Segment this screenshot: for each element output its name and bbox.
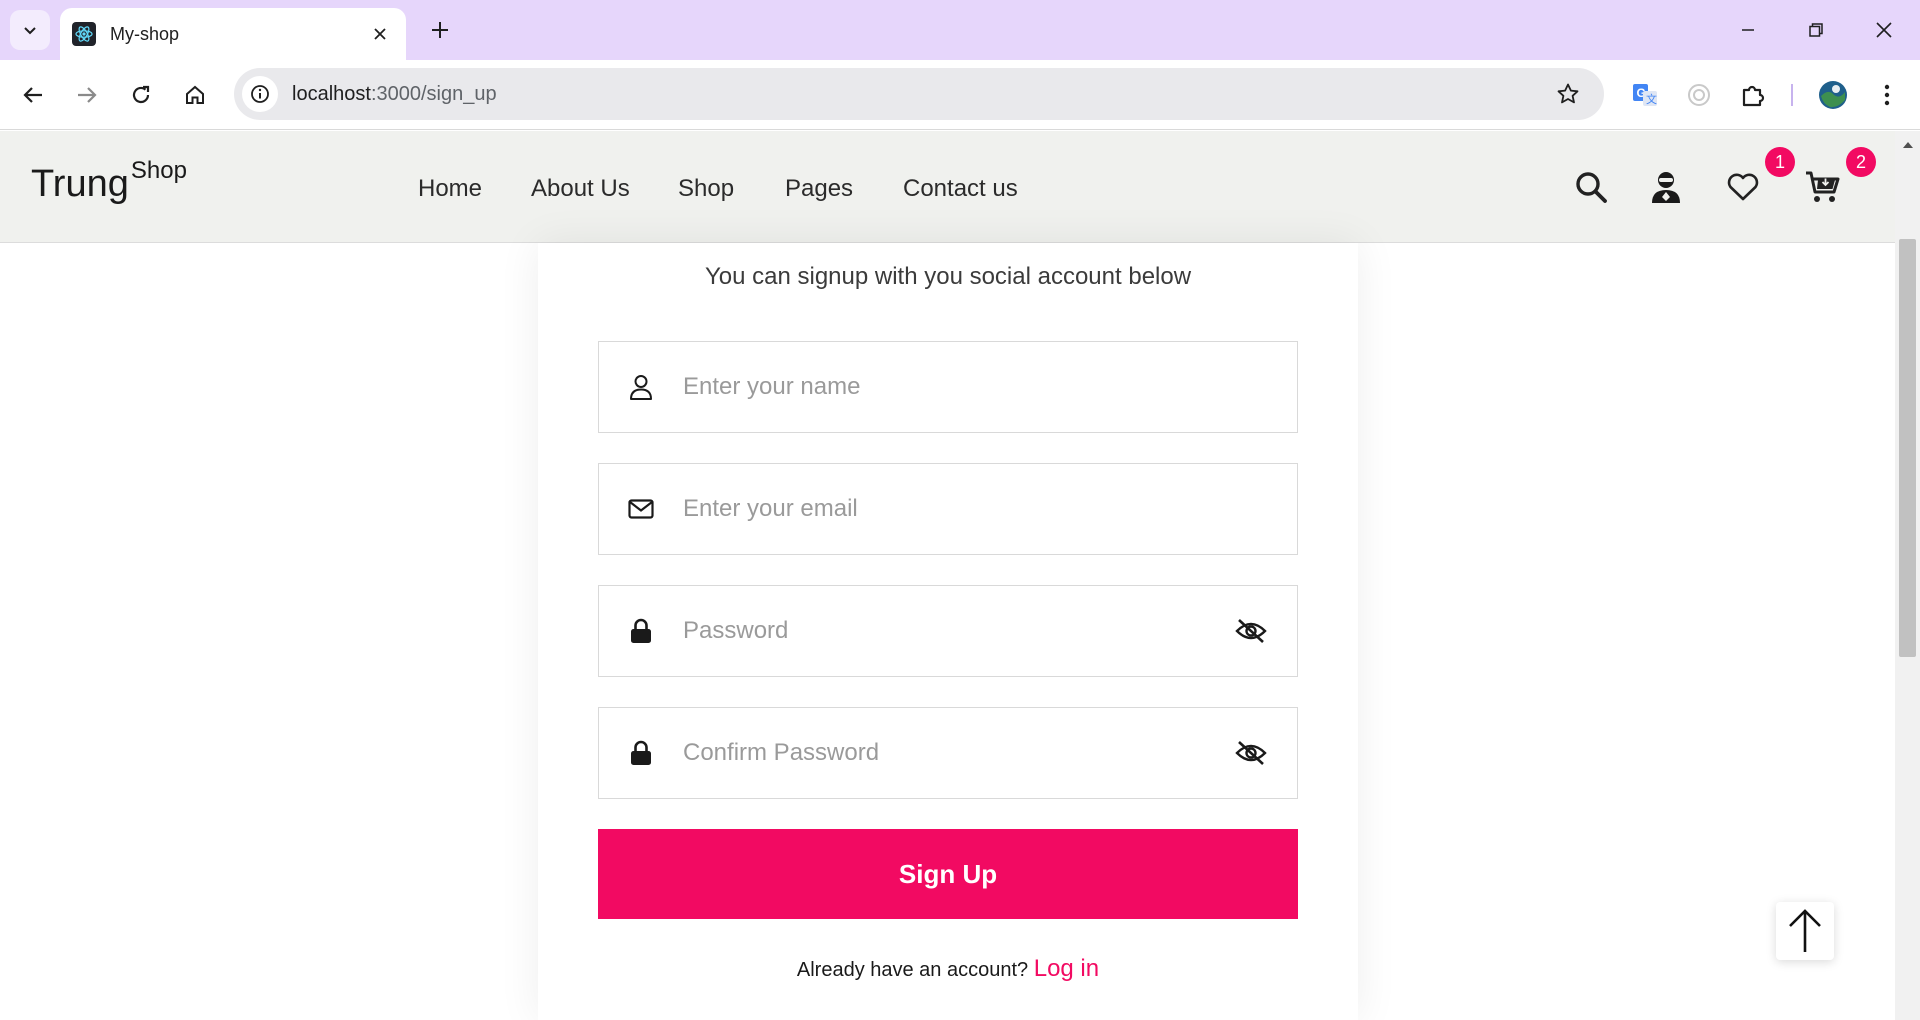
star-icon: [1557, 83, 1579, 104]
search-icon: [1576, 172, 1607, 203]
nav-pages[interactable]: Pages: [785, 175, 853, 203]
nav-about-us[interactable]: About Us: [531, 175, 630, 203]
password-field: [598, 585, 1298, 677]
toolbar-separator: [1791, 84, 1793, 106]
minimize-icon: [1742, 29, 1754, 31]
minimize-button[interactable]: [1728, 10, 1768, 50]
nav-home[interactable]: Home: [418, 175, 482, 203]
close-icon: [1876, 22, 1892, 38]
profile-avatar-button[interactable]: [1812, 74, 1854, 116]
password-input[interactable]: [681, 601, 1229, 661]
translate-icon: G文: [1633, 84, 1657, 106]
search-button[interactable]: [1571, 167, 1611, 207]
info-icon: [251, 85, 269, 103]
wishlist-count-badge: 1: [1765, 147, 1795, 177]
restore-icon: [1809, 23, 1823, 37]
site-header: TrungShop Home About Us Shop Pages Conta…: [0, 131, 1895, 243]
scroll-up-button[interactable]: [1895, 135, 1920, 155]
translate-extension-button[interactable]: G文: [1624, 74, 1666, 116]
confirm-password-input[interactable]: [681, 723, 1229, 783]
extensions-menu-button[interactable]: [1732, 74, 1774, 116]
nav-contact-us[interactable]: Contact us: [903, 175, 1018, 203]
home-button[interactable]: [174, 74, 216, 116]
react-icon: [72, 22, 96, 46]
logo-main-text: Trung: [31, 163, 129, 205]
extension-button[interactable]: [1678, 74, 1720, 116]
browser-menu-button[interactable]: [1866, 74, 1908, 116]
envelope-icon: [621, 489, 661, 529]
eye-slash-icon: [1235, 619, 1267, 643]
browser-tabstrip: My-shop: [0, 0, 1920, 60]
home-icon: [186, 85, 204, 104]
site-info-button[interactable]: [242, 76, 278, 112]
site-logo[interactable]: TrungShop: [31, 157, 187, 206]
signup-card: You can signup with you social account b…: [538, 243, 1358, 1020]
name-input[interactable]: [681, 357, 1297, 417]
back-to-top-button[interactable]: [1776, 902, 1834, 960]
login-prompt-line: Already have an account? Log in: [538, 955, 1358, 983]
page-scrollbar[interactable]: [1895, 131, 1920, 1020]
svg-text:文: 文: [1646, 92, 1657, 106]
plus-icon: [432, 22, 448, 38]
restore-button[interactable]: [1796, 10, 1836, 50]
url-host: localhost: [292, 82, 371, 105]
wishlist-button[interactable]: [1723, 167, 1763, 207]
signup-subtitle: You can signup with you social account b…: [704, 263, 1192, 290]
toggle-password-visibility[interactable]: [1229, 609, 1273, 653]
back-button[interactable]: [12, 74, 54, 116]
arrow-right-icon: [78, 87, 97, 103]
forward-button[interactable]: [66, 74, 108, 116]
user-ninja-icon: [1652, 172, 1680, 203]
puzzle-icon: [1742, 85, 1765, 107]
url-text[interactable]: localhost:3000/sign_up: [292, 83, 1548, 106]
reload-button[interactable]: [120, 74, 162, 116]
page-content: You can signup with you social account b…: [0, 243, 1895, 1020]
signup-button[interactable]: Sign Up: [598, 829, 1298, 919]
window-close-button[interactable]: [1864, 10, 1904, 50]
address-bar[interactable]: localhost:3000/sign_up: [234, 68, 1604, 120]
extension-circle-icon: [1688, 84, 1710, 106]
tab-title: My-shop: [110, 23, 180, 44]
cart-icon: [1806, 171, 1840, 202]
browser-toolbar: localhost:3000/sign_up G文: [0, 60, 1920, 130]
triangle-up-icon: [1902, 142, 1913, 148]
login-prompt-text: Already have an account?: [796, 959, 1029, 981]
cart-button[interactable]: [1803, 167, 1843, 207]
heart-icon: [1727, 173, 1759, 201]
toggle-confirm-password-visibility[interactable]: [1229, 731, 1273, 775]
reload-icon: [132, 85, 150, 104]
account-button[interactable]: [1646, 167, 1686, 207]
scroll-thumb[interactable]: [1899, 239, 1916, 657]
tab-close-button[interactable]: [366, 20, 394, 48]
email-input[interactable]: [681, 479, 1297, 539]
nav-shop[interactable]: Shop: [678, 175, 734, 203]
confirm-password-field: [598, 707, 1298, 799]
bookmark-button[interactable]: [1548, 74, 1588, 114]
tab-search-button[interactable]: [10, 10, 50, 50]
arrow-left-icon: [23, 87, 42, 103]
close-icon: [374, 28, 386, 40]
avatar-icon: [1819, 81, 1847, 109]
email-field: [598, 463, 1298, 555]
lock-icon: [621, 733, 661, 773]
url-path: :3000/sign_up: [370, 82, 497, 105]
more-vertical-icon: [1884, 84, 1890, 106]
cart-count-badge: 2: [1846, 147, 1876, 177]
browser-tab[interactable]: My-shop: [60, 8, 406, 60]
name-field: [598, 341, 1298, 433]
arrow-up-icon: [1789, 909, 1821, 952]
new-tab-button[interactable]: [424, 14, 456, 46]
login-link[interactable]: Log in: [1034, 955, 1099, 982]
logo-sup-text: Shop: [130, 157, 187, 184]
lock-icon: [621, 611, 661, 651]
user-icon: [621, 367, 661, 407]
eye-slash-icon: [1235, 741, 1267, 765]
chevron-down-icon: [24, 27, 36, 35]
